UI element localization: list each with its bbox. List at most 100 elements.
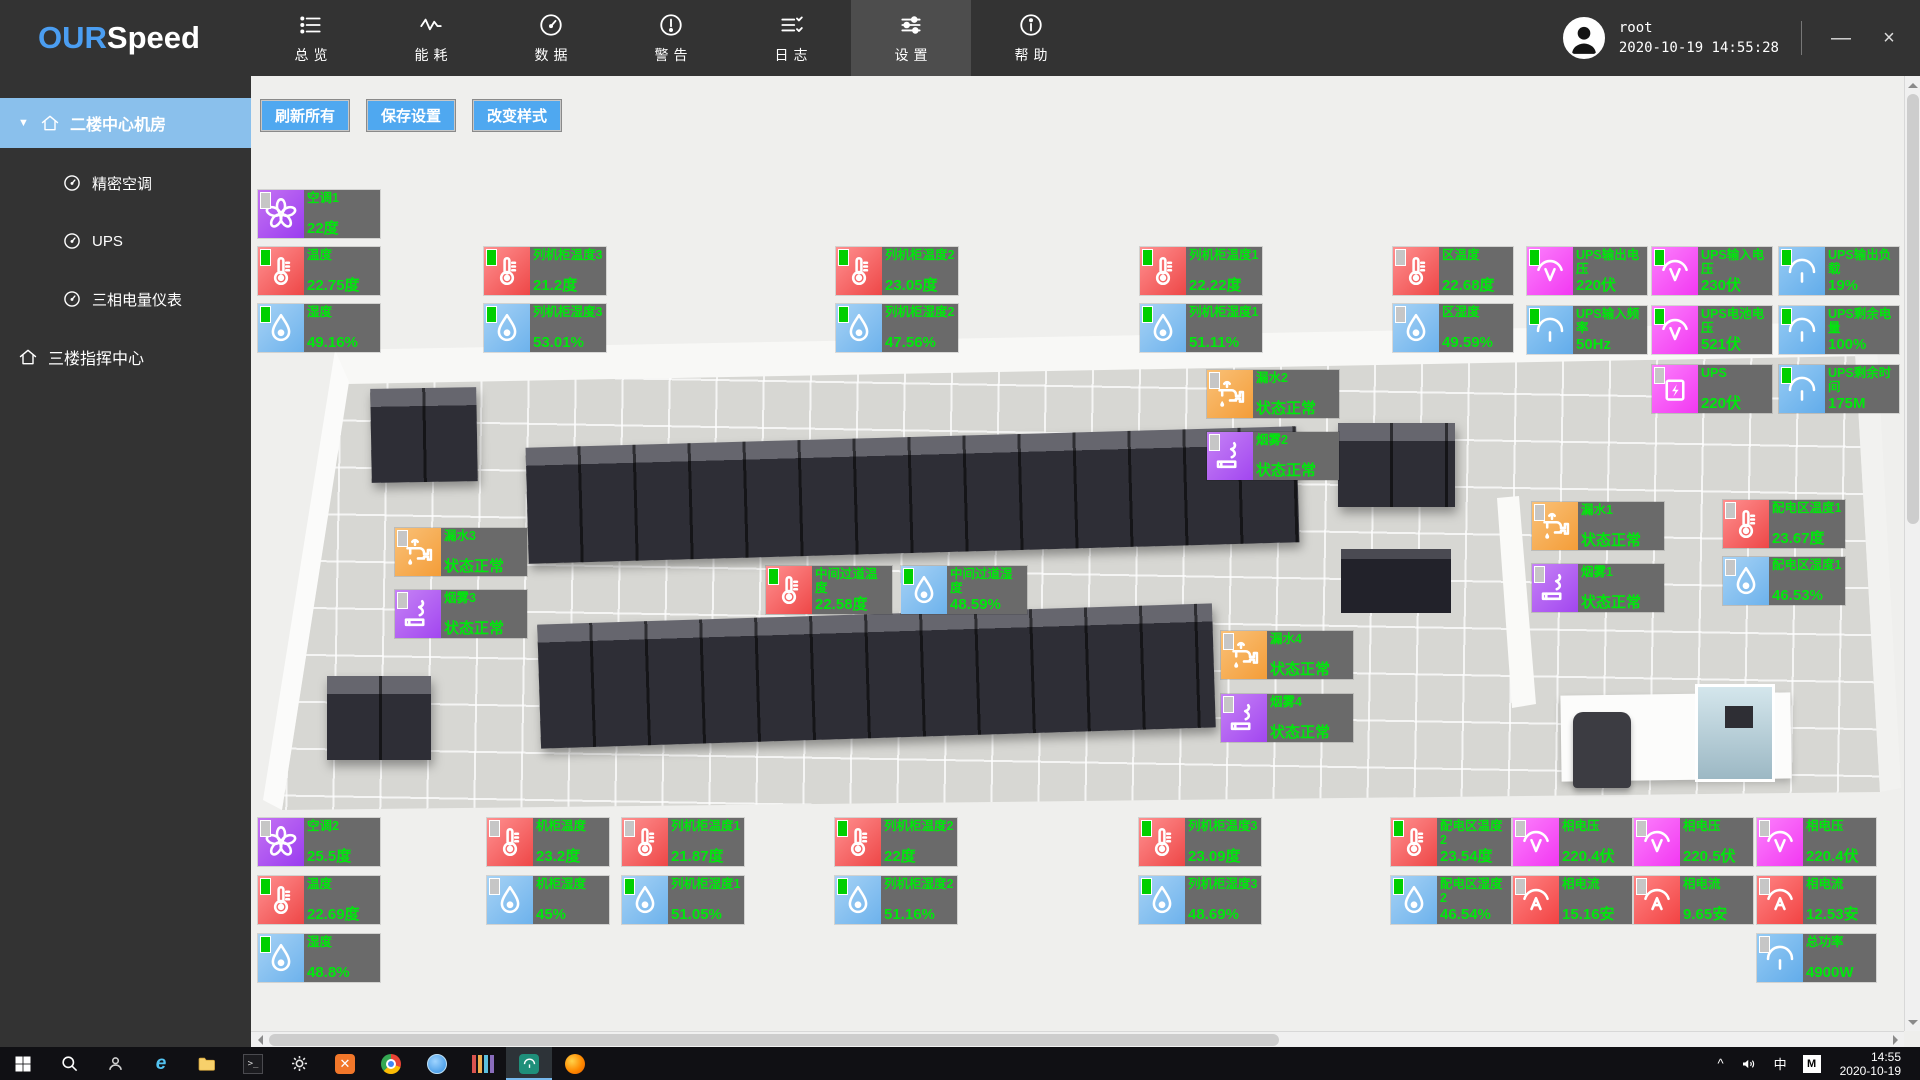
sidebar-item-5[interactable]: 三楼指挥中心 — [0, 334, 251, 380]
sensor-badge[interactable]: 漏水3状态正常 — [395, 528, 527, 576]
sensor-badge[interactable]: 中间过道湿度48.59% — [901, 566, 1027, 614]
expand-arrow-icon[interactable]: ▼ — [18, 117, 30, 129]
scroll-down-button[interactable] — [1905, 1015, 1920, 1031]
avatar[interactable] — [1563, 17, 1605, 59]
ime-language-button[interactable]: 中 — [1767, 1047, 1794, 1080]
sensor-badge[interactable]: UPS电池电压521伏 — [1652, 306, 1772, 354]
sensor-value: 22.58度 — [815, 596, 889, 614]
sensor-badge[interactable]: 列机柜温度222度 — [835, 818, 957, 866]
sensor-badge[interactable]: 列机柜温度121.87度 — [622, 818, 744, 866]
sensor-badge[interactable]: UPS输出电压220伏 — [1527, 247, 1647, 295]
taskbar-file-explorer-button[interactable] — [184, 1047, 230, 1080]
status-indicator — [1781, 308, 1792, 325]
taskbar-monitor-app-button[interactable] — [506, 1047, 552, 1080]
sensor-badge[interactable]: 湿度48.8% — [258, 934, 380, 982]
sensor-badge[interactable]: 烟雾2状态正常 — [1207, 432, 1339, 480]
sensor-badge[interactable]: 配电区湿度146.53% — [1723, 557, 1845, 605]
sensor-badge[interactable]: UPS剩余时间175M — [1779, 365, 1899, 413]
sensor-badge[interactable]: 列机柜湿度151.05% — [622, 876, 744, 924]
vertical-scroll-thumb[interactable] — [1907, 94, 1919, 524]
sensor-badge[interactable]: 相电流9.65安 — [1634, 876, 1753, 924]
sensor-badge[interactable]: 列机柜温度223.05度 — [836, 247, 958, 295]
taskbar-settings-gear-button[interactable] — [276, 1047, 322, 1080]
taskbar-chrome-button[interactable] — [368, 1047, 414, 1080]
taskbar-search-button[interactable] — [46, 1047, 92, 1080]
sensor-badge[interactable]: 区湿度49.59% — [1393, 304, 1513, 352]
nav-tab-4[interactable]: 警告 — [611, 0, 731, 76]
nav-tab-5[interactable]: 日志 — [731, 0, 851, 76]
taskbar-clock[interactable]: 14:55 2020-10-19 — [1830, 1050, 1911, 1078]
sensor-badge[interactable]: 列机柜温度323.09度 — [1139, 818, 1261, 866]
horizontal-scroll-thumb[interactable] — [269, 1034, 1279, 1046]
sensor-badge[interactable]: 温度22.69度 — [258, 876, 380, 924]
sensor-badge[interactable]: 总功率4900W — [1757, 934, 1876, 982]
sensor-badge[interactable]: 配电区温度223.54度 — [1391, 818, 1511, 866]
scroll-up-button[interactable] — [1905, 76, 1920, 92]
nav-tab-7[interactable]: 帮助 — [971, 0, 1091, 76]
hidden-icons-button[interactable]: ^ — [1710, 1047, 1730, 1080]
sensor-badge[interactable]: 列机柜温度321.2度 — [484, 247, 606, 295]
sensor-badge[interactable]: 列机柜湿度353.01% — [484, 304, 606, 352]
horizontal-scrollbar[interactable] — [251, 1031, 1904, 1047]
nav-tab-2[interactable]: 能耗 — [371, 0, 491, 76]
taskbar-contacts-button[interactable] — [92, 1047, 138, 1080]
save-settings-button[interactable]: 保存设置 — [367, 100, 455, 131]
sensor-badge[interactable]: 烟雾4状态正常 — [1221, 694, 1353, 742]
sensor-badge[interactable]: 烟雾1状态正常 — [1532, 564, 1664, 612]
taskbar-terminal-button[interactable]: >_ — [230, 1047, 276, 1080]
status-indicator — [903, 568, 914, 585]
ime-mode-button[interactable]: M — [1796, 1047, 1828, 1080]
sensor-badge[interactable]: 相电流15.16安 — [1513, 876, 1632, 924]
sensor-badge[interactable]: 配电区湿度246.54% — [1391, 876, 1511, 924]
sidebar-item-1[interactable]: ▼二楼中心机房 — [0, 98, 251, 148]
sensor-badge[interactable]: 相电压220.4伏 — [1513, 818, 1632, 866]
sensor-badge[interactable]: 相电压220.5伏 — [1634, 818, 1753, 866]
sensor-badge[interactable]: 烟雾3状态正常 — [395, 590, 527, 638]
sensor-badge[interactable]: 列机柜湿度348.69% — [1139, 876, 1261, 924]
sidebar-item-3[interactable]: UPS — [0, 218, 251, 264]
vertical-scrollbar[interactable] — [1904, 76, 1920, 1031]
taskbar-start-button[interactable] — [0, 1047, 46, 1080]
taskbar-firefox-button[interactable] — [552, 1047, 598, 1080]
sensor-badge[interactable]: 温度22.75度 — [258, 247, 380, 295]
sensor-badge[interactable]: 中间过道温度22.58度 — [766, 566, 892, 614]
sensor-badge[interactable]: 空调122度 — [258, 190, 380, 238]
taskbar-utility-app-button[interactable]: ✕ — [322, 1047, 368, 1080]
speaker-icon[interactable] — [1733, 1047, 1765, 1080]
sidebar-item-4[interactable]: 三相电量仪表 — [0, 276, 251, 322]
minimize-button[interactable]: — — [1824, 27, 1858, 50]
sensor-value: 状态正常 — [1270, 661, 1350, 679]
sensor-badge[interactable]: 漏水1状态正常 — [1532, 502, 1664, 550]
sensor-badge[interactable]: 湿度49.16% — [258, 304, 380, 352]
sensor-badge[interactable]: 空调225.5度 — [258, 818, 380, 866]
sensor-badge[interactable]: UPS输入电压230伏 — [1652, 247, 1772, 295]
scroll-right-button[interactable] — [1888, 1032, 1904, 1048]
sensor-badge[interactable]: UPS输入频率50Hz — [1527, 306, 1647, 354]
scroll-left-button[interactable] — [251, 1032, 267, 1048]
sensor-badge[interactable]: UPS输出负载19% — [1779, 247, 1899, 295]
change-style-button[interactable]: 改变样式 — [473, 100, 561, 131]
taskbar-ie-button[interactable]: e — [138, 1047, 184, 1080]
nav-tab-1[interactable]: 总览 — [251, 0, 371, 76]
nav-tab-3[interactable]: 数据 — [491, 0, 611, 76]
taskbar-browser-app-button[interactable] — [414, 1047, 460, 1080]
sensor-badge[interactable]: 列机柜湿度151.11% — [1140, 304, 1262, 352]
sensor-badge[interactable]: 列机柜湿度247.56% — [836, 304, 958, 352]
sensor-badge[interactable]: UPS220伏 — [1652, 365, 1772, 413]
sidebar-item-2[interactable]: 精密空调 — [0, 160, 251, 206]
sensor-badge[interactable]: 相电压220.4伏 — [1757, 818, 1876, 866]
taskbar-library-button[interactable] — [460, 1047, 506, 1080]
sensor-badge[interactable]: 区温度22.68度 — [1393, 247, 1513, 295]
sensor-badge[interactable]: 列机柜湿度251.16% — [835, 876, 957, 924]
sensor-badge[interactable]: 漏水2状态正常 — [1207, 370, 1339, 418]
sensor-badge[interactable]: 相电流12.53安 — [1757, 876, 1876, 924]
nav-tab-6[interactable]: 设置 — [851, 0, 971, 76]
close-button[interactable]: × — [1872, 27, 1906, 50]
sensor-badge[interactable]: 机柜湿度45% — [487, 876, 609, 924]
sensor-badge[interactable]: UPS剩余电量100% — [1779, 306, 1899, 354]
refresh-all-button[interactable]: 刷新所有 — [261, 100, 349, 131]
sensor-badge[interactable]: 列机柜温度122.22度 — [1140, 247, 1262, 295]
sensor-badge[interactable]: 机柜温度23.2度 — [487, 818, 609, 866]
sensor-badge[interactable]: 漏水4状态正常 — [1221, 631, 1353, 679]
sensor-badge[interactable]: 配电区温度123.67度 — [1723, 500, 1845, 548]
